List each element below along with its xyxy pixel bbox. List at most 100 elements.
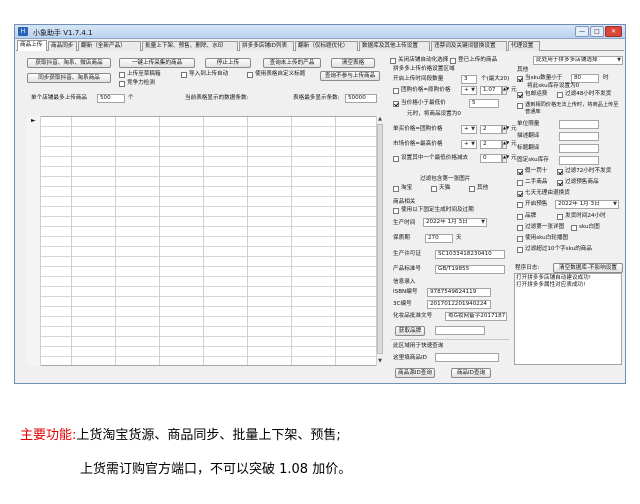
market-price-op[interactable]: +: [461, 140, 477, 149]
filter-72h-checkbox[interactable]: [557, 169, 563, 175]
sku-min-checkbox[interactable]: [517, 76, 523, 82]
tab-renew-title[interactable]: 翻新（仅标题优化）: [295, 41, 358, 51]
group-price-spin[interactable]: ▲▼: [502, 86, 509, 95]
group-price-op[interactable]: +: [461, 86, 477, 95]
sku-white-checkbox[interactable]: [571, 225, 577, 231]
ship-24h-checkbox[interactable]: [557, 214, 563, 220]
single-price-input[interactable]: 2: [480, 125, 502, 134]
tab-sync[interactable]: 商品同步: [48, 41, 77, 51]
upload-draft-checkbox[interactable]: [119, 72, 125, 78]
price-section-label: 拼多多上传价格设置区域: [393, 66, 455, 72]
product-table[interactable]: [27, 116, 382, 366]
fetch-products-button[interactable]: 获取抖音、淘系、微店商品: [27, 58, 111, 68]
shop-select[interactable]: 此处用于拼多多店铺选择: [533, 56, 623, 65]
others-checkbox[interactable]: [469, 186, 475, 192]
import-auto-checkbox[interactable]: [181, 72, 187, 78]
min-subtract-checkbox[interactable]: [393, 156, 399, 162]
scroll-up-icon[interactable]: ▲: [377, 116, 383, 123]
per-shop-input[interactable]: 500: [97, 94, 125, 103]
desc-translate-label: 描述翻译: [517, 133, 540, 139]
cc-input[interactable]: 2017012201940224: [427, 300, 491, 309]
open-interval-input[interactable]: 3: [461, 75, 477, 84]
standard-input[interactable]: GB/T19855: [435, 265, 505, 274]
seven-days-checkbox[interactable]: [517, 191, 523, 197]
close-button[interactable]: ✕: [605, 26, 622, 37]
second-hand-checkbox[interactable]: [517, 180, 523, 186]
scroll-thumb[interactable]: [377, 124, 383, 354]
close-auto-select-checkbox[interactable]: [390, 58, 396, 64]
upload-collected-button[interactable]: 一键上传采集的商品: [119, 58, 195, 68]
source-id-query-button[interactable]: 商品源ID查询: [395, 368, 435, 378]
brand-checkbox[interactable]: [517, 214, 523, 220]
compete-check-label: 竞争力检测: [127, 80, 155, 86]
query-not-uploaded-button[interactable]: 查询未上传的产品: [263, 58, 321, 68]
filter-first-detail-checkbox[interactable]: [517, 225, 523, 231]
shelf-life-input[interactable]: 270: [425, 234, 453, 243]
custom-title-checkbox[interactable]: [247, 72, 253, 78]
query-excluded-button[interactable]: 查询不参与上传商品: [320, 71, 380, 81]
brand-input[interactable]: [435, 326, 485, 335]
scroll-down-icon[interactable]: ▼: [377, 358, 383, 365]
fixed-sku-input[interactable]: [559, 156, 599, 165]
fake-ten-checkbox[interactable]: [517, 169, 523, 175]
min-price-note: 元时，将商品设置为0: [407, 111, 461, 117]
group-price-checkbox[interactable]: [393, 88, 399, 94]
product-id-input[interactable]: [435, 353, 499, 362]
filter-10-sku-checkbox[interactable]: [517, 247, 523, 253]
market-price-input[interactable]: 2: [480, 140, 502, 149]
clear-table-button[interactable]: 清空表格: [331, 58, 375, 68]
auto-normal-checkbox[interactable]: [517, 103, 523, 109]
min-subtract-input[interactable]: 0: [480, 154, 502, 163]
tab-forbidden-words[interactable]: 违禁词及关键词替换设置: [431, 41, 507, 51]
tab-db-settings[interactable]: 数据库及其他上传设置: [359, 41, 430, 51]
sku-min-unit: 时: [603, 75, 609, 81]
desc-translate-input[interactable]: [559, 132, 599, 141]
tab-upload[interactable]: 商品上传: [17, 40, 47, 51]
filter-presale-checkbox[interactable]: [557, 180, 563, 186]
single-price-spin[interactable]: ▲▼: [502, 125, 509, 134]
max-rows-input[interactable]: 50000: [345, 94, 377, 103]
isbn-input[interactable]: 9787549624119: [427, 288, 491, 297]
use-fixed-time-checkbox[interactable]: [393, 208, 399, 214]
maximize-button[interactable]: □: [590, 26, 604, 37]
cosmetic-input[interactable]: 粤G妆网备字2017187: [445, 312, 507, 321]
market-price-spin[interactable]: ▲▼: [502, 140, 509, 149]
unit-limit-input[interactable]: [559, 120, 599, 129]
presale-checkbox[interactable]: [517, 202, 523, 208]
license-input[interactable]: SC1033418230410: [435, 250, 505, 259]
filter-48h-label: 过滤48小时不发货: [565, 91, 612, 97]
freight-checkbox[interactable]: [517, 92, 523, 98]
prod-time-picker[interactable]: 2022年 1月 3日: [423, 218, 487, 227]
min-price-checkbox[interactable]: [393, 101, 399, 107]
table-scrollbar[interactable]: ▲ ▼: [376, 116, 383, 366]
tab-batch[interactable]: 批量上下架、预售、删除、水印: [142, 41, 238, 51]
filter-48h-checkbox[interactable]: [557, 92, 563, 98]
single-price-op[interactable]: +: [461, 125, 477, 134]
tmall-checkbox[interactable]: [431, 186, 437, 192]
tab-renew-new[interactable]: 翻新（全新产品）: [78, 41, 141, 51]
sync-fetch-button[interactable]: 同步获取抖音、淘系商品: [27, 73, 111, 83]
clear-db-button[interactable]: 清空数据库-不影响设置: [553, 263, 623, 273]
stop-upload-button[interactable]: 停止上传: [205, 58, 251, 68]
login-uploaded-checkbox[interactable]: [450, 58, 456, 64]
group-price-input[interactable]: 1.07: [480, 86, 502, 95]
tab-shop-id-list[interactable]: 拼多多店铺ID列表: [239, 41, 294, 51]
use-sku-carousel-label: 使用sku白轮播图: [525, 235, 569, 241]
group-price-unit: 元: [511, 87, 517, 93]
sku-min-input[interactable]: 80: [571, 74, 599, 83]
product-id-query-button[interactable]: 商品ID查询: [451, 368, 491, 378]
market-price-unit: 元: [511, 141, 517, 147]
log-output[interactable]: 打开拼多多店铺自动建议成功! 打开拼多多属性对应表成功!: [514, 273, 622, 365]
title-translate-input[interactable]: [559, 144, 599, 153]
login-uploaded-label: 登已上传的商品: [458, 57, 498, 63]
min-price-input[interactable]: 5: [469, 99, 499, 108]
taobao-checkbox[interactable]: [393, 186, 399, 192]
tab-proxy[interactable]: 代理设置: [508, 41, 540, 51]
caption-port-note: 上货需订购官方端口，不可以突破 1.08 加价。: [80, 462, 352, 477]
minimize-button[interactable]: —: [575, 26, 589, 37]
use-sku-carousel-checkbox[interactable]: [517, 236, 523, 242]
get-brand-button[interactable]: 获取品牌: [395, 326, 425, 336]
compete-check-checkbox[interactable]: [119, 81, 125, 87]
min-subtract-spin[interactable]: ▲▼: [502, 154, 509, 163]
presale-date-picker[interactable]: 2022年 1月 3日: [555, 200, 619, 209]
